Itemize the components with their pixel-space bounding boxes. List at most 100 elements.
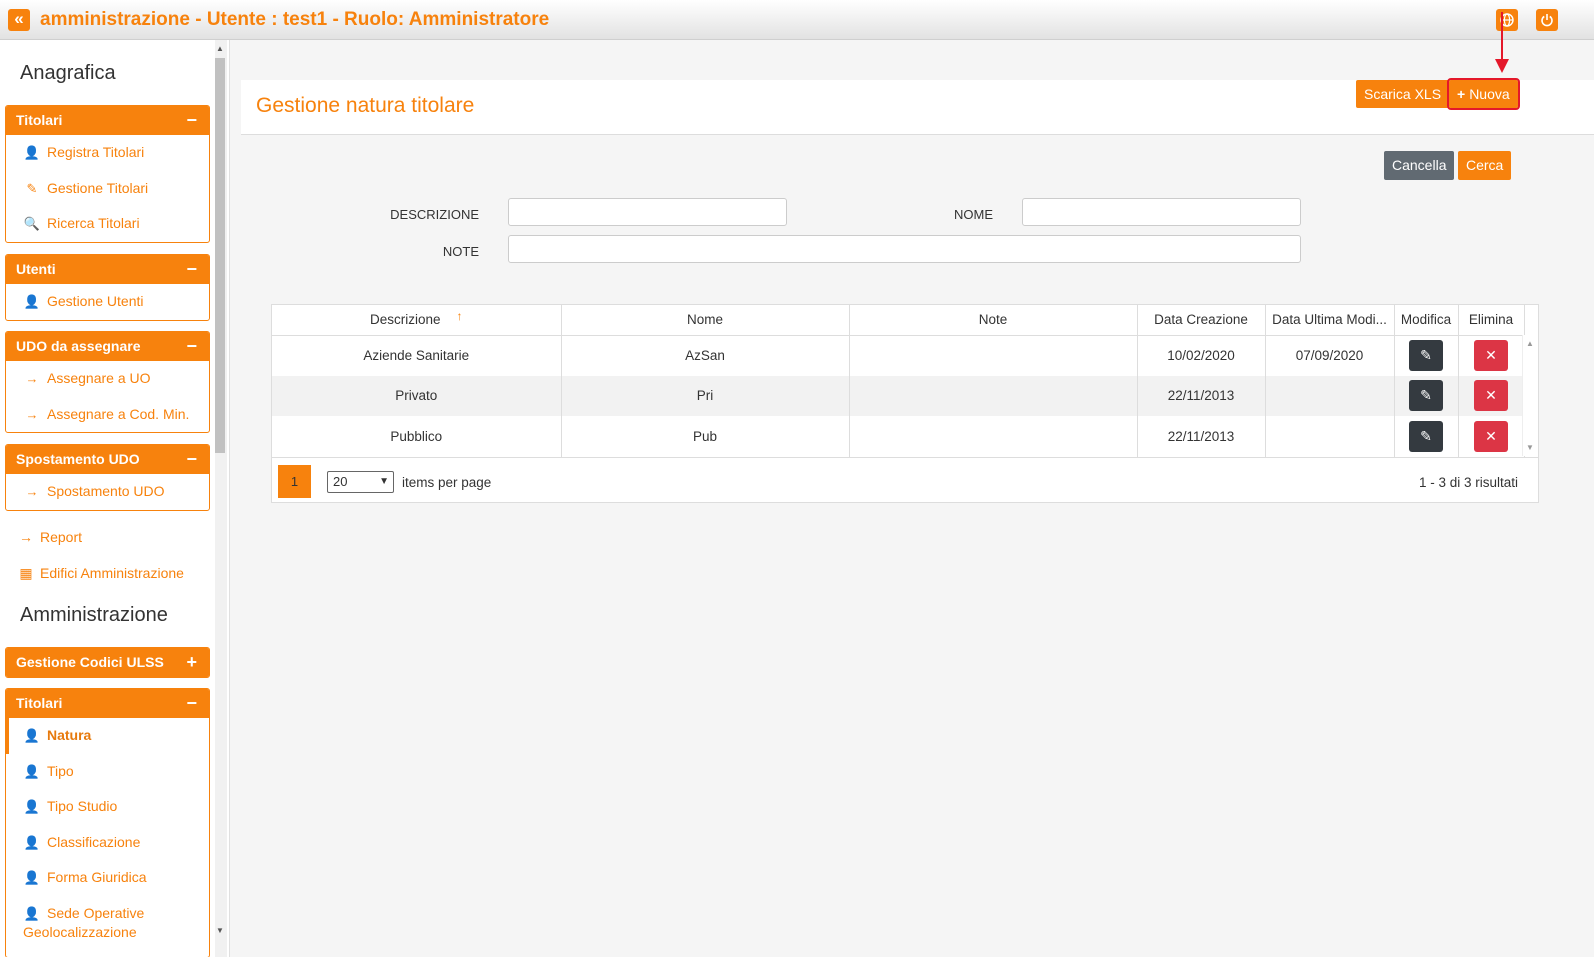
sidebar-item-ricerca-titolari[interactable]: 🔍 Ricerca Titolari <box>6 206 209 242</box>
arrow-right-icon: → <box>25 484 39 499</box>
cell-nome: AzSan <box>561 335 850 376</box>
panel-header-codici-ulss[interactable]: Gestione Codici ULSS + <box>6 648 209 677</box>
column-header-data-creazione[interactable]: Data Creazione <box>1137 305 1266 336</box>
arrow-right-icon: → <box>19 529 33 545</box>
sidebar-item-assegnare-cod-min[interactable]: → Assegnare a Cod. Min. <box>6 397 209 433</box>
scroll-up-icon[interactable]: ▲ <box>1526 339 1534 348</box>
nuova-button[interactable]: + Nuova <box>1447 78 1520 110</box>
sidebar-item-label: Classificazione <box>47 833 141 850</box>
sidebar-item-label: Tipo <box>47 762 74 779</box>
sidebar-item-forma-giuridica[interactable]: 👤 Forma Giuridica <box>6 860 209 896</box>
cerca-button[interactable]: Cerca <box>1458 151 1512 180</box>
top-bar: « amministrazione - Utente : test1 - Ruo… <box>0 0 1594 40</box>
plus-icon: + <box>1457 86 1466 102</box>
panel-header-titolari-admin[interactable]: Titolari − <box>6 689 209 718</box>
cell-note <box>849 416 1138 457</box>
column-header-descrizione[interactable]: Descrizione ↑ <box>272 305 562 336</box>
collapse-icon[interactable]: − <box>186 445 197 474</box>
note-input[interactable] <box>508 235 1301 263</box>
scroll-down-icon[interactable]: ▼ <box>1526 443 1534 452</box>
arrow-right-icon: → <box>25 406 39 422</box>
user-edit-icon: 👤 <box>23 870 41 885</box>
panel-udo-da-assegnare: UDO da assegnare − → Assegnare a UO → Asse… <box>5 331 210 433</box>
cell-nome: Pri <box>561 375 850 416</box>
column-header-nome[interactable]: Nome <box>561 305 850 336</box>
section-title-amministrazione: Amministrazione <box>20 604 168 626</box>
column-header-note[interactable]: Note <box>849 305 1138 336</box>
building-icon: ▦ <box>19 565 33 581</box>
grid-scrollbar[interactable]: ▲ ▼ <box>1522 335 1538 456</box>
descrizione-input[interactable] <box>508 198 787 226</box>
table-header-row: Descrizione ↑ Nome Note Data Creazione Da… <box>272 305 1525 336</box>
scarica-xls-button[interactable]: Scarica XLS <box>1356 80 1450 108</box>
collapse-icon[interactable]: − <box>186 689 197 718</box>
power-icon[interactable] <box>1536 9 1558 31</box>
globe-icon[interactable] <box>1496 9 1518 31</box>
scroll-up-icon[interactable]: ▲ <box>215 44 225 53</box>
column-header-label: Descrizione <box>369 312 441 328</box>
sidebar-item-sede-operative[interactable]: 👤 Sede Operative Geolocalizzazione <box>6 896 209 948</box>
sidebar-link-report[interactable]: → Report <box>17 529 82 545</box>
panel-titolari-admin: Titolari − 👤 Natura 👤 Tipo 👤 Tipo Studio 👤 C… <box>5 688 210 957</box>
delete-icon[interactable]: ✕ <box>1474 340 1508 371</box>
panel-spostamento-udo: Spostamento UDO − → Spostamento UDO <box>5 444 210 511</box>
sidebar-scroll-thumb[interactable] <box>215 58 225 453</box>
page-number-button[interactable]: 1 <box>278 465 311 498</box>
edit-icon[interactable]: ✎ <box>1409 380 1443 412</box>
sidebar-item-registra-titolari[interactable]: 👤 Registra Titolari <box>6 135 209 171</box>
panel-title: Titolari <box>16 695 63 711</box>
nome-label: NOME <box>954 207 993 222</box>
note-label: NOTE <box>442 244 479 259</box>
descrizione-label: DESCRIZIONE <box>390 207 479 222</box>
sidebar: ▲ ▼ Anagrafica Titolari − 👤 Registra Tito… <box>0 40 230 957</box>
collapse-icon[interactable]: − <box>186 332 197 361</box>
sidebar-link-edifici[interactable]: ▦ Edifici Amministrazione <box>17 565 184 582</box>
pager-info: 1 - 3 di 3 risultati <box>1418 475 1518 490</box>
panel-header-titolari[interactable]: Titolari − <box>6 106 209 135</box>
cell-modifica: ✎ <box>1394 335 1459 376</box>
sidebar-item-assegnare-uo[interactable]: → Assegnare a UO <box>6 361 209 397</box>
edit-icon[interactable]: ✎ <box>1409 420 1443 452</box>
panel-titolari: Titolari − 👤 Registra Titolari ✎ Gestione … <box>5 105 210 243</box>
user-edit-icon: 👤 <box>23 834 41 850</box>
table-row[interactable]: Pubblico Pub 22/11/2013 ✎ ✕ <box>272 416 1525 457</box>
items-per-page-value: 20 <box>333 474 348 489</box>
sidebar-item-label: Natura <box>47 727 92 743</box>
table-row[interactable]: Privato Pri 22/11/2013 ✎ ✕ <box>272 375 1525 416</box>
nome-input[interactable] <box>1022 198 1301 226</box>
collapse-icon[interactable]: − <box>186 106 197 135</box>
panel-header-utenti[interactable]: Utenti − <box>6 255 209 284</box>
cell-data-creazione: 22/11/2013 <box>1137 375 1266 416</box>
sidebar-item-label: Edifici Amministrazione <box>40 565 184 581</box>
panel-header-spostamento[interactable]: Spostamento UDO − <box>6 445 209 474</box>
collapse-icon[interactable]: − <box>186 255 197 284</box>
delete-icon[interactable]: ✕ <box>1474 420 1508 452</box>
sidebar-item-label: Tipo Studio <box>47 798 118 814</box>
sidebar-item-tipo-studio[interactable]: 👤 Tipo Studio <box>6 789 209 825</box>
items-per-page-select[interactable]: 20 ▼ <box>327 471 394 493</box>
page-title: Gestione natura titolare <box>256 94 475 117</box>
sidebar-item-gestione-utenti[interactable]: 👤 Gestione Utenti <box>6 284 209 320</box>
cancella-button[interactable]: Cancella <box>1384 151 1455 180</box>
nuova-button-label: Nuova <box>1469 86 1510 102</box>
sidebar-item-label: Assegnare a Cod. Min. <box>47 405 190 422</box>
column-header-data-modifica[interactable]: Data Ultima Modi... <box>1265 305 1395 336</box>
sidebar-item-spostamento-udo[interactable]: → Spostamento UDO <box>6 474 209 510</box>
sidebar-item-label: Gestione Titolari <box>47 179 149 196</box>
sort-asc-icon: ↑ <box>456 309 463 324</box>
user-edit-icon: 👤 <box>23 763 41 779</box>
sidebar-item-natura[interactable]: 👤 Natura <box>6 718 209 754</box>
panel-header-udo[interactable]: UDO da assegnare − <box>6 332 209 361</box>
scroll-down-icon[interactable]: ▼ <box>215 926 225 935</box>
table-row[interactable]: Aziende Sanitarie AzSan 10/02/2020 07/09… <box>272 335 1525 376</box>
delete-icon[interactable]: ✕ <box>1474 380 1508 412</box>
user-edit-icon: 👤 <box>23 799 41 814</box>
panel-title: UDO da assegnare <box>16 338 141 354</box>
sidebar-item-tipo[interactable]: 👤 Tipo <box>6 754 209 790</box>
sidebar-item-classificazione[interactable]: 👤 Classificazione <box>6 825 209 861</box>
expand-icon[interactable]: + <box>186 648 197 677</box>
results-grid: Descrizione ↑ Nome Note Data Creazione Da… <box>271 304 1539 503</box>
sidebar-item-gestione-titolari[interactable]: ✎ Gestione Titolari <box>6 171 209 207</box>
edit-icon[interactable]: ✎ <box>1409 340 1443 371</box>
collapse-sidebar-icon[interactable]: « <box>8 9 30 31</box>
